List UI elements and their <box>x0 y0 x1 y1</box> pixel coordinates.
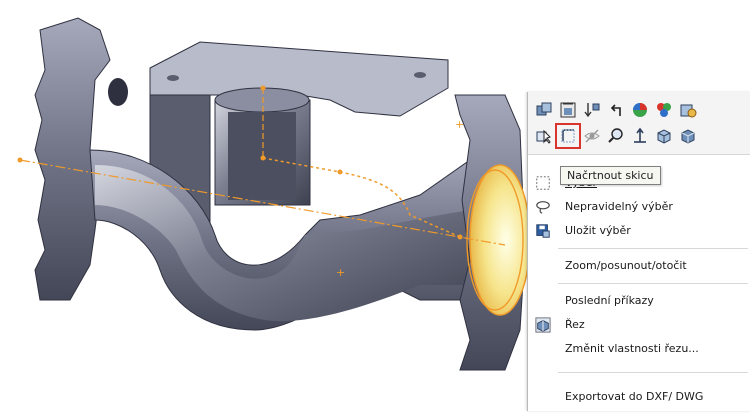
menu-separator <box>558 372 748 373</box>
menu-item-label: Změnit vlastnosti řezu... <box>565 342 699 355</box>
hide-icon[interactable] <box>582 126 602 146</box>
svg-text:+: + <box>336 266 345 279</box>
select-tool-icon[interactable] <box>534 126 554 146</box>
undo-icon[interactable] <box>606 100 626 120</box>
menu-item-label: Poslední příkazy <box>565 294 654 307</box>
menu-separator <box>558 248 748 249</box>
display-style-icon[interactable] <box>678 126 698 146</box>
menu-item-label: Uložit výběr <box>565 224 631 237</box>
appearance-icon[interactable] <box>630 100 650 120</box>
display-icon[interactable] <box>678 100 698 120</box>
menu-separator <box>558 283 748 284</box>
sketch-icon[interactable] <box>555 123 581 149</box>
menu-item-zoom-pan-rotate[interactable]: Zoom/posunout/otočit <box>528 255 750 277</box>
box-select-icon <box>534 174 552 192</box>
menu-item-section-view[interactable]: Řez <box>528 314 750 336</box>
scene-icon[interactable] <box>654 100 674 120</box>
view-orientation-icon[interactable] <box>654 126 674 146</box>
menu-item-label: Řez <box>565 318 585 331</box>
lasso-icon <box>534 198 552 216</box>
normal-to-icon[interactable] <box>630 126 650 146</box>
menu-item-label: Exportovat do DXF/ DWG <box>565 390 704 403</box>
zoom-icon[interactable] <box>606 126 626 146</box>
tooltip: Načrtnout skicu <box>560 166 661 185</box>
assembly-icon[interactable] <box>534 100 554 120</box>
svg-text:+: + <box>455 118 464 131</box>
section-view-icon <box>534 316 552 334</box>
edit-part-icon[interactable] <box>558 100 578 120</box>
menu-item-export-dxf[interactable]: Exportovat do DXF/ DWG <box>528 386 750 408</box>
insert-components-icon[interactable] <box>582 100 602 120</box>
menu-item-lasso[interactable]: Nepravidelný výběr <box>528 196 750 218</box>
context-toolbar <box>528 92 750 155</box>
save-selection-icon <box>534 222 552 240</box>
menu-item-section-properties[interactable]: Změnit vlastnosti řezu... <box>528 338 750 360</box>
menu-item-recent-commands[interactable]: Poslední příkazy <box>528 290 750 312</box>
context-menu: Výběr Nepravidelný výběr Uložit výběr Zo… <box>527 92 750 411</box>
menu-item-save-selection[interactable]: Uložit výběr <box>528 220 750 242</box>
menu-item-label: Nepravidelný výběr <box>565 200 673 213</box>
menu-item-label: Zoom/posunout/otočit <box>565 259 687 272</box>
